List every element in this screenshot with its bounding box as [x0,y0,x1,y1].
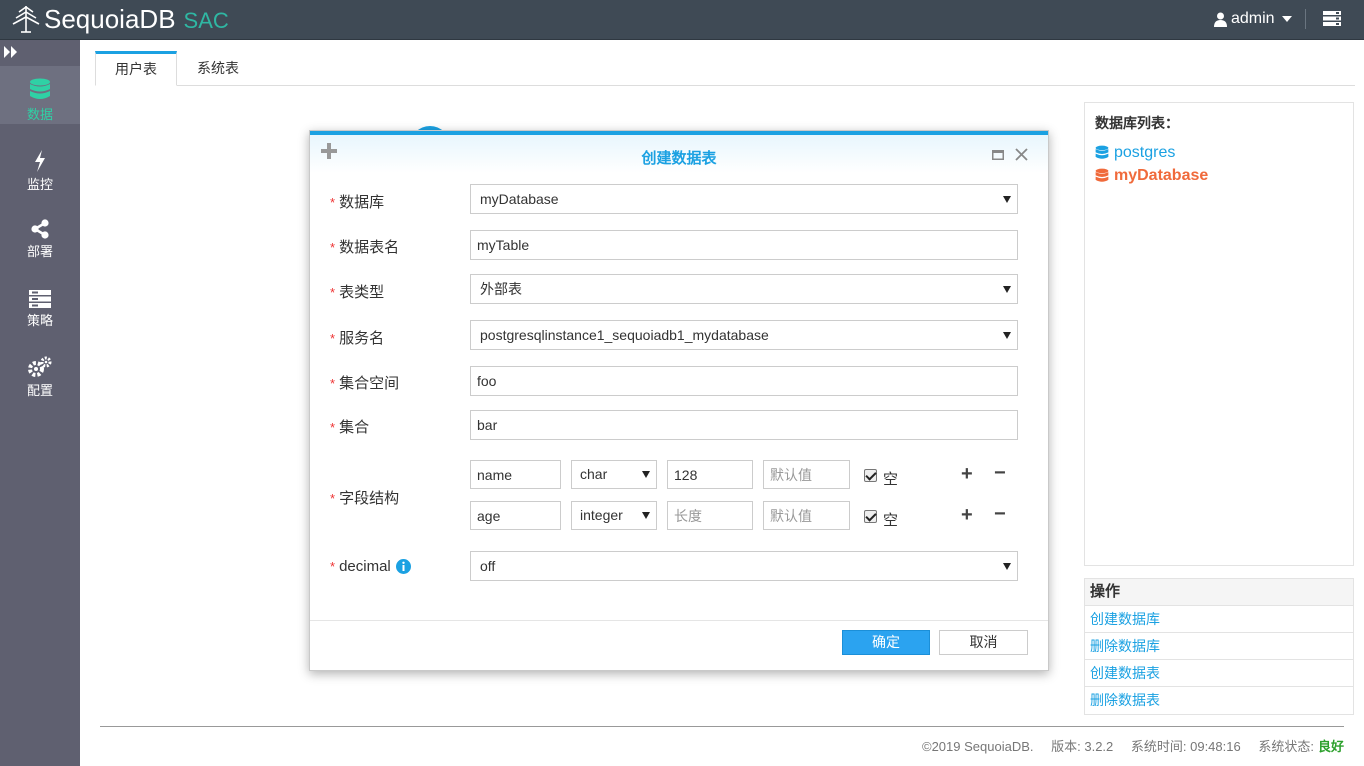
status-label: 系统状态: [1258,739,1314,754]
caret-down-icon [642,512,650,519]
delete-table-link[interactable]: 删除数据表 [1085,687,1353,714]
field-default-input[interactable] [763,460,850,489]
sidebar-item-data[interactable]: 数据 [0,66,80,124]
table-type-select[interactable]: 外部表 [470,274,1018,304]
field-name-input[interactable] [470,460,561,489]
database-item-mydatabase[interactable]: myDatabase [1095,164,1343,187]
field-null-checkbox[interactable] [864,469,877,482]
info-icon[interactable] [395,559,411,574]
database-select[interactable]: myDatabase [470,184,1018,214]
operations-title: 操作 [1085,579,1353,606]
system-time: 系统时间: 09:48:16 [1130,739,1241,754]
tree-logo-icon [12,6,40,33]
database-label: * 数据库 [330,194,385,211]
database-icon [30,78,50,99]
database-item-postgres[interactable]: postgres [1095,141,1343,164]
divider [1305,9,1306,29]
footer: ©2019 SequoiaDB. 版本: 3.2.2 系统时间: 09:48:1… [922,736,1344,755]
tab-system-tables[interactable]: 系统表 [178,51,258,86]
caret-down-icon [1003,286,1011,293]
field-null-label: 空 [883,512,899,529]
sidebar-item-label: 策略 [26,313,53,328]
confirm-button[interactable]: 确定 [842,630,930,655]
server-menu-icon[interactable] [1323,11,1341,26]
database-list-title: 数据库列表： [1095,115,1179,131]
table-type-label: * 表类型 [330,284,385,301]
gears-icon [28,356,52,377]
cancel-button[interactable]: 取消 [939,630,1028,655]
add-field-button[interactable]: + [961,464,973,484]
remove-field-button[interactable]: − [994,504,1006,524]
caret-down-icon [642,471,650,478]
caret-down-icon [1003,332,1011,339]
structure-label: * 字段结构 [330,490,400,507]
field-length-input[interactable] [667,501,753,530]
remove-field-button[interactable]: − [994,463,1006,483]
service-label: * 服务名 [330,330,385,347]
sidebar-item-policy[interactable]: 策略 [0,274,80,332]
database-name: myDatabase [1114,166,1209,184]
logo-text: SequoiaDB [44,3,176,34]
sidebar-item-label: 数据 [26,107,53,122]
add-field-button[interactable]: + [961,505,973,525]
caret-down-icon [1003,196,1011,203]
field-type-select[interactable]: integer [571,501,657,530]
double-chevron-right-icon[interactable] [4,46,18,58]
share-icon [31,219,49,239]
caret-down-icon [1003,563,1011,570]
dialog-title: 创建数据表 [641,150,717,167]
field-null-checkbox[interactable] [864,510,877,523]
tab-user-tables[interactable]: 用户表 [95,51,177,86]
operations-panel: 操作 创建数据库 删除数据库 创建数据表 删除数据表 [1084,578,1354,715]
collection-space-input[interactable] [470,366,1018,396]
field-name-input[interactable] [470,501,561,530]
database-name: postgres [1114,143,1176,161]
field-type-select[interactable]: char [571,460,657,489]
logo-suffix: SAC [183,8,229,33]
version: 版本: 3.2.2 [1051,739,1114,754]
footer-divider [100,726,1344,727]
sidebar: 数据 监控 部署 策略 配置 [0,40,80,766]
top-bar: SequoiaDB SAC admin [0,0,1364,40]
collection-input[interactable] [470,410,1018,440]
user-name: admin [1231,10,1275,27]
logo[interactable]: SequoiaDB SAC [10,4,229,34]
decimal-label: * decimal [330,558,411,575]
collection-space-label: * 集合空间 [330,375,400,392]
sidebar-item-config[interactable]: 配置 [0,343,80,401]
sidebar-item-label: 配置 [26,383,53,398]
field-length-input[interactable] [667,460,753,489]
create-table-link[interactable]: 创建数据表 [1085,660,1353,687]
copyright: ©2019 SequoiaDB. [922,739,1034,754]
sidebar-item-label: 部署 [26,244,53,259]
decimal-select[interactable]: off [470,551,1018,581]
database-icon [1095,145,1109,159]
bolt-icon [35,150,45,172]
database-list-panel: 数据库列表： postgres myDatabase [1084,102,1354,566]
table-tabs: 用户表 系统表 [95,51,1355,86]
table-name-input[interactable] [470,230,1018,260]
caret-down-icon [1281,16,1292,22]
user-menu[interactable]: admin [1214,10,1292,28]
status-badge: 良好 [1317,739,1344,754]
sidebar-item-deploy[interactable]: 部署 [0,205,80,263]
dialog-footer-divider [310,620,1048,621]
create-table-dialog: 创建数据表 *数据库 myDatabase *数据表名 *表类型 外部表 *服务… [309,130,1049,671]
list-icon [29,290,51,308]
create-database-link[interactable]: 创建数据库 [1085,606,1353,633]
close-icon[interactable] [1015,148,1028,161]
user-icon [1214,12,1227,27]
maximize-icon[interactable] [992,150,1004,160]
dialog-header: 创建数据表 [310,135,1048,173]
field-default-input[interactable] [763,501,850,530]
database-icon [1095,168,1109,182]
table-name-label: * 数据表名 [330,239,400,256]
collection-label: * 集合 [330,419,370,436]
sidebar-item-label: 监控 [26,177,53,192]
sidebar-item-monitor[interactable]: 监控 [0,136,80,194]
delete-database-link[interactable]: 删除数据库 [1085,633,1353,660]
field-null-label: 空 [883,471,899,488]
service-select[interactable]: postgresqlinstance1_sequoiadb1_mydatabas… [470,320,1018,350]
